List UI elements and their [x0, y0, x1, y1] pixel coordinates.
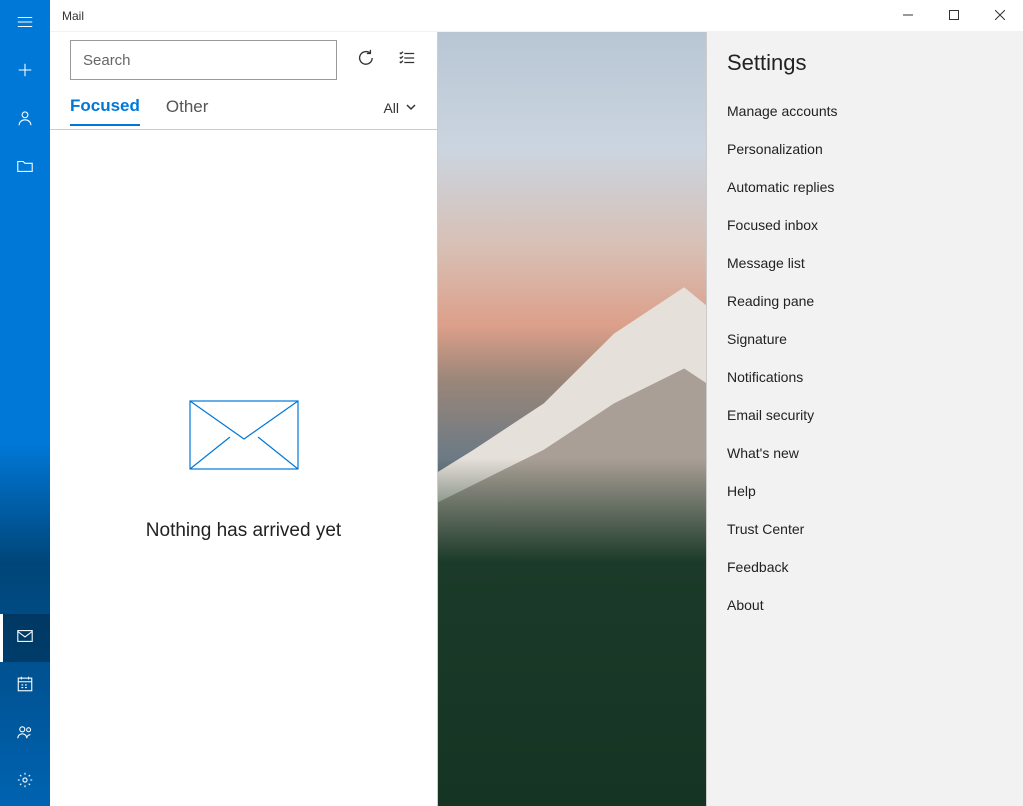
tab-focused[interactable]: Focused	[70, 96, 140, 126]
folders-button[interactable]	[0, 144, 50, 192]
settings-item-about[interactable]: About	[707, 586, 1023, 624]
settings-item-signature[interactable]: Signature	[707, 320, 1023, 358]
settings-button[interactable]	[0, 758, 50, 806]
mail-app-button[interactable]	[0, 614, 50, 662]
calendar-app-button[interactable]	[0, 662, 50, 710]
inbox-tabs: Focused Other All	[50, 86, 437, 130]
menu-icon	[16, 13, 34, 36]
refresh-icon	[356, 49, 374, 72]
window-title: Mail	[50, 9, 885, 23]
maximize-icon	[949, 7, 959, 25]
message-list-pane: Focused Other All Nothing has arrived ye	[50, 32, 438, 806]
settings-item-whats-new[interactable]: What's new	[707, 434, 1023, 472]
selection-mode-button[interactable]	[393, 40, 421, 80]
plus-icon	[16, 61, 34, 84]
settings-item-personalization[interactable]: Personalization	[707, 130, 1023, 168]
settings-item-reading-pane[interactable]: Reading pane	[707, 282, 1023, 320]
settings-list: Manage accounts Personalization Automati…	[707, 92, 1023, 624]
close-icon	[995, 7, 1005, 25]
empty-message: Nothing has arrived yet	[146, 520, 341, 542]
settings-item-help[interactable]: Help	[707, 472, 1023, 510]
settings-item-manage-accounts[interactable]: Manage accounts	[707, 92, 1023, 130]
tab-other[interactable]: Other	[166, 97, 209, 125]
sidebar	[0, 0, 50, 806]
filter-dropdown[interactable]: All	[383, 100, 417, 122]
close-button[interactable]	[977, 0, 1023, 32]
people-icon	[16, 723, 34, 746]
settings-title: Settings	[707, 50, 1023, 92]
person-icon	[16, 109, 34, 132]
window-controls	[885, 0, 1023, 32]
empty-state: Nothing has arrived yet	[50, 130, 437, 806]
settings-item-trust-center[interactable]: Trust Center	[707, 510, 1023, 548]
search-box[interactable]	[70, 40, 337, 80]
settings-panel: Settings Manage accounts Personalization…	[706, 32, 1023, 806]
settings-item-feedback[interactable]: Feedback	[707, 548, 1023, 586]
folder-icon	[16, 157, 34, 180]
sync-button[interactable]	[351, 40, 379, 80]
settings-item-notifications[interactable]: Notifications	[707, 358, 1023, 396]
accounts-button[interactable]	[0, 96, 50, 144]
app-root: Mail	[0, 0, 1023, 806]
settings-item-focused-inbox[interactable]: Focused inbox	[707, 206, 1023, 244]
titlebar: Mail	[50, 0, 1023, 32]
gear-icon	[16, 771, 34, 794]
hamburger-button[interactable]	[0, 0, 50, 48]
envelope-icon	[189, 400, 299, 470]
minimize-icon	[903, 7, 913, 25]
list-toolbar	[50, 32, 437, 86]
search-input[interactable]	[83, 52, 326, 69]
maximize-button[interactable]	[931, 0, 977, 32]
settings-item-automatic-replies[interactable]: Automatic replies	[707, 168, 1023, 206]
filter-label: All	[383, 100, 399, 116]
main-area: Mail	[50, 0, 1023, 806]
people-app-button[interactable]	[0, 710, 50, 758]
settings-item-email-security[interactable]: Email security	[707, 396, 1023, 434]
chevron-down-icon	[405, 100, 417, 116]
settings-item-message-list[interactable]: Message list	[707, 244, 1023, 282]
checklist-icon	[398, 49, 416, 72]
new-mail-button[interactable]	[0, 48, 50, 96]
mail-icon	[16, 627, 34, 650]
minimize-button[interactable]	[885, 0, 931, 32]
calendar-icon	[16, 675, 34, 698]
